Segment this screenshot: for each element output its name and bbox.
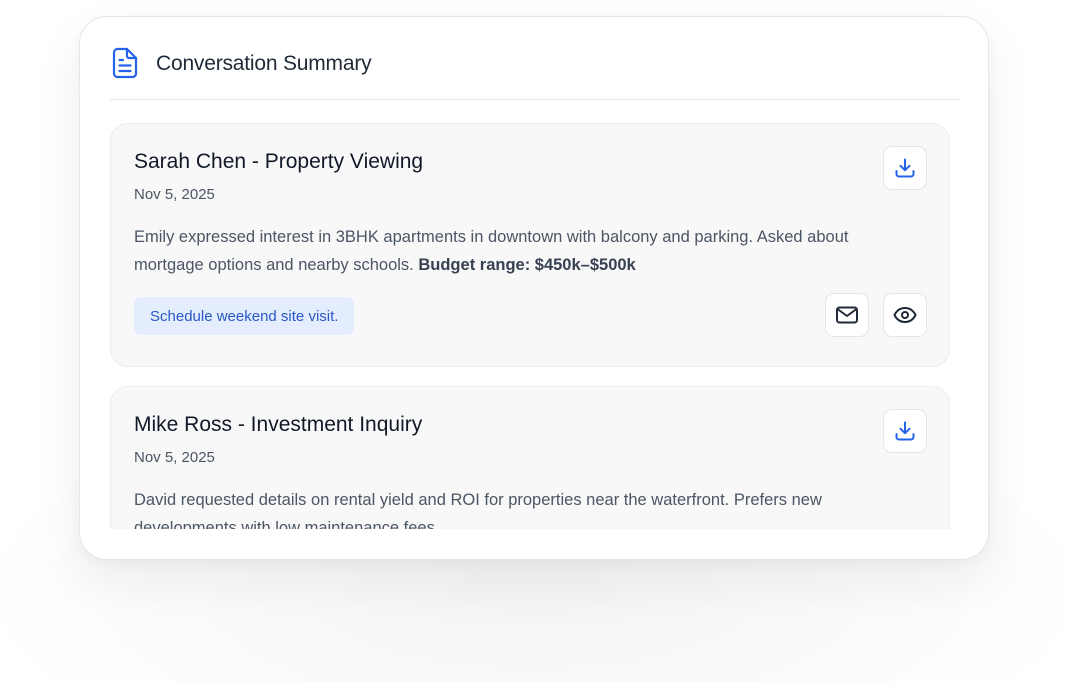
conversation-date: Nov 5, 2025 [134,186,215,203]
download-button[interactable] [883,146,927,190]
conversation-card: Sarah Chen - Property Viewing Nov 5, 202… [110,123,950,367]
conversation-summary-text: David requested details on rental yield … [134,491,822,529]
conversation-summary-panel: Conversation Summary Sarah Chen - Proper… [79,16,989,560]
view-button[interactable] [883,293,927,337]
stage: Conversation Summary Sarah Chen - Proper… [0,0,1068,682]
conversation-card: Mike Ross - Investment Inquiry Nov 5, 20… [110,386,950,529]
conversation-summary-text: Emily expressed interest in 3BHK apartme… [134,223,914,279]
panel-header: Conversation Summary [110,47,960,100]
eye-icon [893,307,917,323]
conversation-title: Sarah Chen - Property Viewing [134,150,424,173]
email-button[interactable] [825,293,869,337]
mail-icon [836,306,858,324]
action-tag[interactable]: Schedule weekend site visit. [134,297,355,335]
document-icon [110,47,140,79]
conversation-list[interactable]: Sarah Chen - Property Viewing Nov 5, 202… [110,123,960,529]
panel-title: Conversation Summary [156,52,372,75]
download-button[interactable] [883,409,927,453]
conversation-date: Nov 5, 2025 [134,449,215,466]
download-icon [895,158,915,178]
download-icon [895,421,915,441]
conversation-title: Mike Ross - Investment Inquiry [134,413,423,436]
budget-range: Budget range: $450k–$500k [418,256,636,274]
